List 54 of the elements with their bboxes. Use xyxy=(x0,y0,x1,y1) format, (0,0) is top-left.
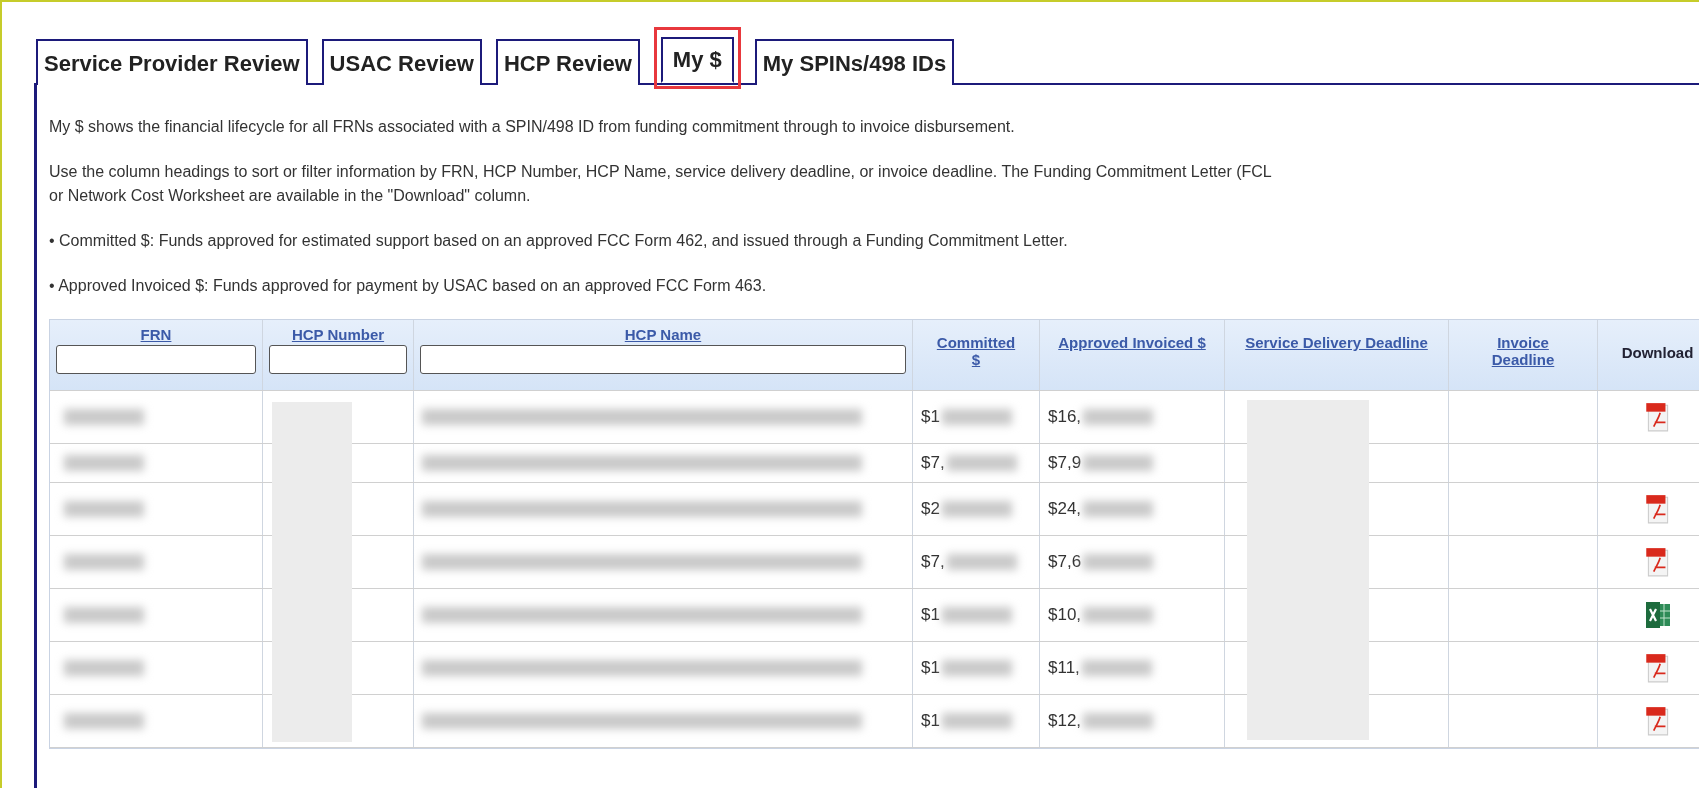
blurred-text xyxy=(1083,409,1154,425)
column-sort-link[interactable]: HCP Number xyxy=(291,326,385,343)
column-sort-link[interactable]: HCP Name xyxy=(624,326,702,343)
table-cell: $1 xyxy=(921,407,940,427)
tab[interactable]: USAC Review xyxy=(321,39,482,85)
blurred-text xyxy=(946,455,1017,471)
table-cell: $1 xyxy=(921,711,940,731)
pdf-file-icon[interactable] xyxy=(1644,652,1671,684)
intro-text: Use the column headings to sort or filter information by FRN, HCP Number, HCP Name, service delivery deadline, or invoice deadline. The Funding Commitment Letter (FCL or Network Cost Worksheet are available in the "Download" column. xyxy=(49,162,1273,206)
table-cell: $24, xyxy=(1048,499,1082,519)
table-cell: $10, xyxy=(1048,605,1082,625)
pdf-file-icon[interactable] xyxy=(1644,705,1671,737)
tab[interactable]: HCP Review xyxy=(495,39,640,85)
table-cell: $7,9 xyxy=(1048,453,1082,473)
blurred-text xyxy=(1083,554,1154,570)
pdf-file-icon[interactable] xyxy=(1644,401,1671,433)
blurred-text xyxy=(941,409,1012,425)
pdf-file-icon[interactable] xyxy=(1644,546,1671,578)
pdf-file-icon[interactable] xyxy=(1644,493,1671,525)
intro-text: • Committed $: Funds approved for estimated support based on an approved FCC Form 462, and issued through a Funding Commitment Letter. xyxy=(49,231,1069,251)
column-sort-link[interactable]: Service Delivery Deadline xyxy=(1233,334,1440,351)
table-cell: $11, xyxy=(1048,658,1080,678)
column-sort-link[interactable]: FRN xyxy=(140,326,172,343)
table-cell: $16, xyxy=(1048,407,1082,427)
blurred-text xyxy=(1083,455,1154,471)
filter-field[interactable] xyxy=(420,345,906,374)
table-cell: $12, xyxy=(1048,711,1082,731)
tab[interactable]: My $ xyxy=(653,27,741,89)
blurred-text xyxy=(1083,713,1154,729)
table-cell: $1 xyxy=(921,658,940,678)
tab[interactable]: Service Provider Review xyxy=(36,39,308,85)
blurred-text xyxy=(941,713,1012,729)
blurred-text xyxy=(1083,607,1154,623)
column-sort-link[interactable]: Invoice Deadline xyxy=(1455,334,1591,368)
intro-text: • Approved Invoiced $: Funds approved for payment by USAC based on an approved FCC Form 463. xyxy=(49,276,768,296)
blurred-text xyxy=(1081,660,1152,676)
table-cell: $7, xyxy=(921,552,945,572)
blurred-text xyxy=(946,554,1017,570)
table-cell: $2 xyxy=(921,499,940,519)
column-sort-link[interactable]: Committed $ xyxy=(919,334,1033,368)
table-cell: $7,6 xyxy=(1048,552,1082,572)
filter-field[interactable] xyxy=(269,345,407,374)
column-heading: Download xyxy=(1621,344,1694,361)
table-cell: $7, xyxy=(921,453,945,473)
tab[interactable]: My SPINs/498 IDs xyxy=(754,39,955,85)
blurred-text xyxy=(1083,501,1154,517)
column-sort-link[interactable]: Approved Invoiced $ xyxy=(1046,334,1218,351)
intro-text: My $ shows the financial lifecycle for all FRNs associated with a SPIN/498 ID from funding commitment through to invoice disbursement. xyxy=(49,117,1016,137)
table-cell: $1 xyxy=(921,605,940,625)
blurred-text xyxy=(941,501,1012,517)
spreadsheet-icon[interactable] xyxy=(1644,599,1671,631)
filter-field[interactable] xyxy=(56,345,256,374)
blurred-text xyxy=(941,607,1012,623)
blurred-text xyxy=(941,660,1012,676)
